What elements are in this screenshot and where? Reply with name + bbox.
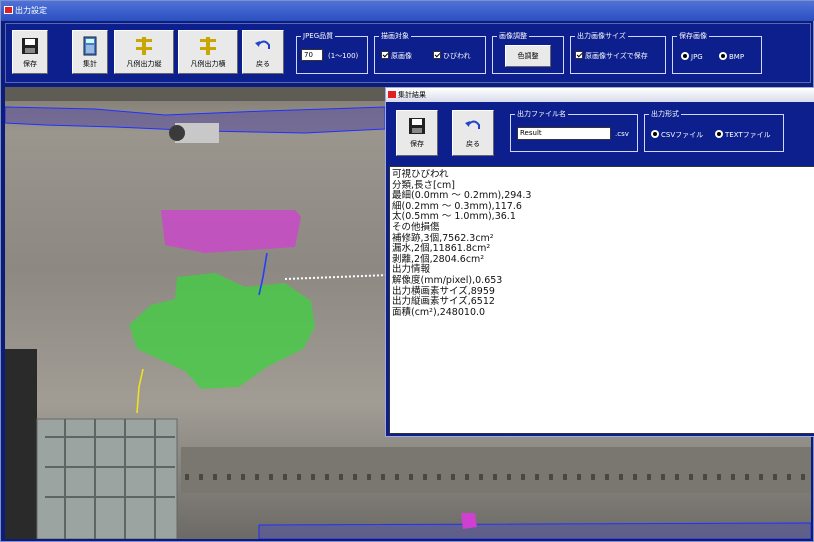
legend-vertical-button[interactable]: 凡例出力縦: [114, 30, 174, 74]
checkbox-checked-icon: [381, 51, 389, 59]
pipe-end: [169, 125, 185, 141]
dialog-titlebar: 集計結果: [386, 88, 814, 102]
csv-radio[interactable]: CSVファイル: [651, 130, 703, 140]
repair-region: [161, 210, 301, 253]
draw-target-group: 描画対象 原画像 ひびわれ: [374, 31, 486, 74]
radio-icon: [719, 52, 727, 60]
result-line: その他損傷: [392, 221, 440, 233]
result-line: 解像度(mm/pixel),0.653: [392, 274, 503, 286]
aggregate-button[interactable]: 集計: [72, 30, 108, 74]
dialog-back-button[interactable]: 戻る: [452, 110, 494, 156]
radio-selected-icon: [681, 52, 689, 60]
aggregate-results-dialog: 集計結果 保存 戻る 出力ファイル名 Result .csv 出力形式 CSVフ…: [385, 87, 814, 437]
original-size-checkbox[interactable]: 原画像サイズで保存: [575, 51, 648, 61]
toolbar: 保存 集計 凡例出力縦 凡例出力横 戻る JPEG品質 70 (1〜100) 描…: [5, 23, 811, 83]
legend-horizontal-button[interactable]: 凡例出力横: [178, 30, 238, 74]
jpeg-quality-group: JPEG品質 70 (1〜100): [296, 31, 368, 74]
leak-region-bottom: [258, 522, 811, 539]
window-title: 出力設定: [15, 6, 47, 15]
result-line: 太(0.5mm 〜 1.0mm),36.1: [392, 211, 516, 223]
crack-line-yellow: [136, 368, 144, 414]
image-adjust-group: 画像調整 色調整: [492, 31, 564, 74]
repair-region-small: [461, 513, 477, 529]
radio-selected-icon: [651, 130, 659, 138]
filename-input[interactable]: Result: [517, 127, 611, 140]
jpeg-quality-input[interactable]: 70: [301, 49, 323, 61]
back-button[interactable]: 戻る: [242, 30, 284, 74]
output-settings-window: 出力設定 保存 集計 凡例出力縦 凡例出力横 戻る JPEG品質 70 (1〜1…: [0, 0, 814, 542]
dialog-save-button[interactable]: 保存: [396, 110, 438, 156]
result-line: 可視ひびわれ: [392, 169, 449, 180]
legend-icon: [136, 37, 152, 55]
jpg-radio[interactable]: JPG: [681, 52, 703, 61]
window-titlebar: 出力設定: [1, 1, 814, 21]
original-image-checkbox[interactable]: 原画像: [381, 51, 412, 61]
undo-arrow-icon: [465, 120, 480, 129]
results-textarea[interactable]: 可視ひびわれ 分類,長さ[cm] 最細(0.0mm 〜 0.2mm),294.3…: [389, 166, 814, 434]
bmp-radio[interactable]: BMP: [719, 52, 744, 61]
result-line: 面積(cm²),248010.0: [392, 306, 486, 318]
floppy-disk-icon: [22, 38, 38, 54]
radio-icon: [715, 130, 723, 138]
checkbox-checked-icon: [433, 51, 441, 59]
beam-structure: [181, 447, 811, 493]
jpeg-quality-range: (1〜100): [328, 52, 359, 60]
leak-region: [129, 273, 315, 389]
save-image-group: 保存画像 JPG BMP: [672, 31, 762, 74]
calculator-icon: [83, 36, 97, 56]
result-line: 剥離,2個,2804.6cm²: [392, 253, 485, 265]
text-radio[interactable]: TEXTファイル: [715, 130, 771, 140]
filename-extension: .csv: [615, 130, 629, 138]
app-icon: [4, 6, 13, 14]
leader-line: [284, 274, 390, 280]
checkbox-checked-icon: [575, 51, 583, 59]
dark-edge: [5, 349, 37, 539]
dialog-title: 集計結果: [398, 91, 426, 99]
output-format-group: 出力形式 CSVファイル TEXTファイル: [644, 109, 784, 152]
cracks-checkbox[interactable]: ひびわれ: [433, 51, 471, 61]
filename-group: 出力ファイル名 Result .csv: [510, 109, 638, 152]
save-button[interactable]: 保存: [12, 30, 48, 74]
color-adjust-button[interactable]: 色調整: [505, 45, 551, 67]
undo-arrow-icon: [255, 40, 270, 49]
output-size-group: 出力画像サイズ 原画像サイズで保存: [570, 31, 666, 74]
app-icon: [388, 91, 396, 98]
floppy-disk-icon: [409, 118, 425, 134]
legend-icon: [200, 37, 216, 55]
